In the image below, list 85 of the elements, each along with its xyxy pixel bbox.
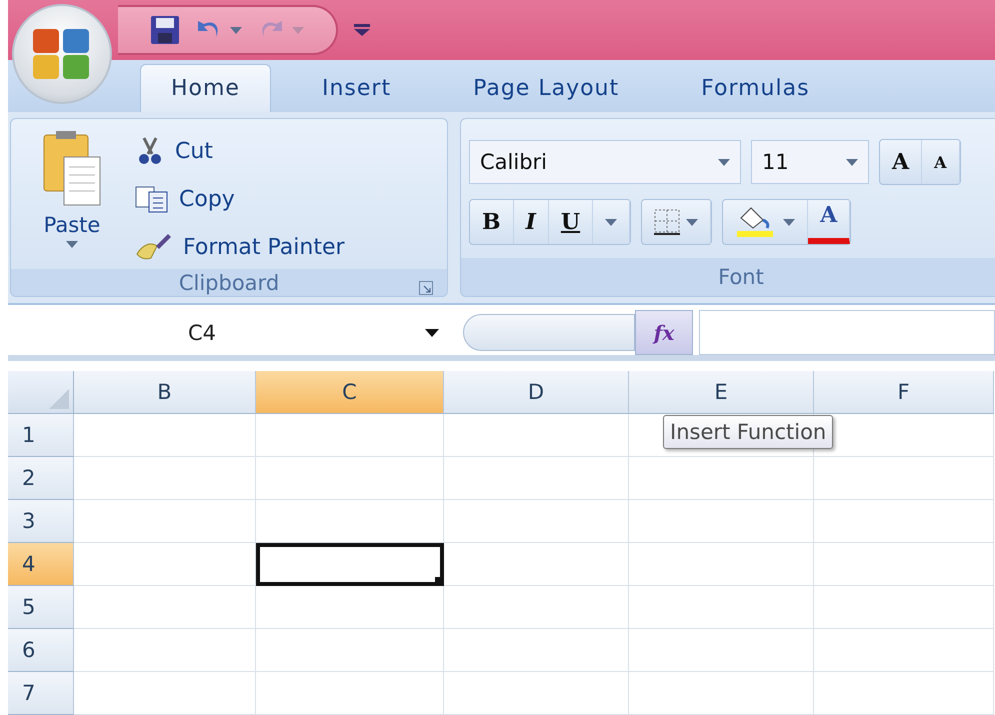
copy-button[interactable]: Copy <box>133 177 347 221</box>
name-box[interactable]: C4 <box>8 310 453 355</box>
table-cell[interactable] <box>74 457 256 500</box>
table-cell[interactable] <box>74 414 256 457</box>
table-cell[interactable] <box>629 457 814 500</box>
caret-icon <box>292 26 304 34</box>
table-cell[interactable] <box>444 629 629 672</box>
triangle-icon <box>49 389 69 409</box>
active-cell[interactable] <box>256 543 444 586</box>
font-size-dropdown[interactable]: 11 <box>751 140 869 184</box>
group-title: Clipboard <box>178 270 280 294</box>
table-cell[interactable] <box>256 586 444 629</box>
cut-button[interactable]: Cut <box>133 129 347 173</box>
group-title: Font <box>718 265 764 289</box>
column-header[interactable]: B <box>74 371 256 414</box>
table-cell[interactable] <box>814 672 994 715</box>
caret-icon <box>66 241 78 248</box>
table-cell[interactable] <box>444 414 629 457</box>
table-cell[interactable] <box>444 457 629 500</box>
row-header[interactable]: 6 <box>8 629 74 672</box>
table-cell[interactable] <box>256 500 444 543</box>
save-button[interactable] <box>148 13 182 47</box>
caret-icon <box>230 26 242 34</box>
underline-button[interactable]: U <box>548 200 594 244</box>
caret-icon <box>846 158 858 166</box>
caret-icon <box>718 158 730 166</box>
caret-icon <box>686 218 698 226</box>
table-cell[interactable] <box>256 414 444 457</box>
copy-icon <box>135 185 169 213</box>
ribbon-tab[interactable]: Formulas <box>670 64 841 112</box>
row-header[interactable]: 1 <box>8 414 74 457</box>
table-cell[interactable] <box>629 500 814 543</box>
row-header[interactable]: 5 <box>8 586 74 629</box>
grow-font-button[interactable]: A <box>880 140 922 184</box>
select-all-corner[interactable] <box>8 371 74 414</box>
table-cell[interactable] <box>74 586 256 629</box>
table-cell[interactable] <box>74 629 256 672</box>
dialog-launcher-icon[interactable] <box>419 281 433 295</box>
row-header[interactable]: 4 <box>8 543 74 586</box>
font-name-dropdown[interactable]: Calibri <box>469 140 741 184</box>
formula-input[interactable] <box>699 310 995 355</box>
bold-button[interactable]: B <box>470 200 514 244</box>
table-cell[interactable] <box>814 457 994 500</box>
tooltip: Insert Function <box>663 415 834 449</box>
table-cell[interactable] <box>814 500 994 543</box>
column-header[interactable]: D <box>444 371 629 414</box>
customize-icon <box>354 24 370 36</box>
table-cell[interactable] <box>444 586 629 629</box>
table-cell[interactable] <box>256 629 444 672</box>
table-cell[interactable] <box>629 629 814 672</box>
shrink-font-button[interactable]: A <box>922 140 960 184</box>
ribbon-tab[interactable]: Page Layout <box>442 64 650 112</box>
borders-icon <box>654 209 680 235</box>
italic-button[interactable]: I <box>514 200 549 244</box>
table-cell[interactable] <box>444 543 629 586</box>
insert-function-button[interactable]: fx <box>635 310 693 355</box>
formula-bar-splitter[interactable] <box>463 314 635 351</box>
table-cell[interactable] <box>74 672 256 715</box>
column-header[interactable]: C <box>256 371 444 414</box>
ribbon-tab[interactable]: Home <box>140 64 271 112</box>
table-cell[interactable] <box>74 543 256 586</box>
table-cell[interactable] <box>256 457 444 500</box>
customize-button[interactable] <box>352 22 372 38</box>
table-cell[interactable] <box>814 586 994 629</box>
table-cell[interactable] <box>74 500 256 543</box>
row-header[interactable]: 7 <box>8 672 74 715</box>
ribbon-tab[interactable]: Insert <box>290 64 422 112</box>
table-cell[interactable] <box>256 672 444 715</box>
table-cell[interactable] <box>444 500 629 543</box>
dropdown-arrow-icon <box>425 328 439 336</box>
format-painter-button[interactable]: Format Painter <box>133 225 347 269</box>
table-cell[interactable] <box>814 543 994 586</box>
table-cell[interactable] <box>629 586 814 629</box>
caret-icon <box>605 218 618 226</box>
column-header[interactable]: E <box>629 371 814 414</box>
table-cell[interactable] <box>814 629 994 672</box>
table-cell[interactable] <box>444 672 629 715</box>
row-header[interactable]: 2 <box>8 457 74 500</box>
row-header[interactable]: 3 <box>8 500 74 543</box>
paintbrush-icon <box>135 232 173 262</box>
paste-button[interactable]: Paste <box>27 129 117 269</box>
table-cell[interactable] <box>629 672 814 715</box>
column-header[interactable]: F <box>814 371 994 414</box>
caret-icon <box>783 218 796 226</box>
table-cell[interactable] <box>629 543 814 586</box>
